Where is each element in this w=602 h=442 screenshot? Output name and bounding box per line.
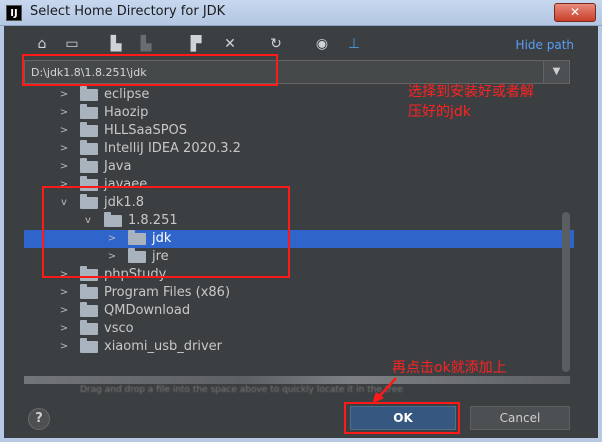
tree-item-xiaomi-usb-driver[interactable]: > xiaomi_usb_driver [24, 338, 574, 356]
tree-item-label: Java [104, 159, 132, 174]
path-history-dropdown[interactable]: ▼ [543, 61, 569, 83]
cancel-button[interactable]: Cancel [470, 406, 570, 430]
annotation-select-jdk-line1: 选择到安装好或者解 [408, 84, 534, 100]
tree-item-label: Program Files (x86) [104, 285, 231, 300]
intellij-app-icon: IJ [6, 5, 22, 21]
delete-icon[interactable]: ✕ [222, 36, 238, 52]
annotation-arrow-icon [372, 377, 397, 404]
tree-item-label: HLLSaaSPOS [104, 123, 188, 138]
expand-arrow-icon[interactable]: > [58, 142, 70, 156]
link-icon[interactable]: ⊥ [346, 36, 362, 52]
module-icon[interactable]: ▙ [138, 36, 154, 52]
tree-item-vsco[interactable]: > vsco [24, 320, 574, 338]
refresh-icon[interactable]: ↻ [268, 36, 284, 52]
desktop-icon[interactable]: ▭ [64, 36, 80, 52]
close-button[interactable]: ✕ [554, 3, 596, 22]
tree-highlight-box [42, 186, 290, 278]
ok-highlight-box [344, 402, 460, 434]
expand-arrow-icon[interactable]: > [58, 160, 70, 174]
tree-item-label: IntelliJ IDEA 2020.3.2 [104, 141, 241, 156]
folder-icon [80, 140, 98, 155]
tree-item-hllsaaspos[interactable]: > HLLSaaSPOS [24, 122, 574, 140]
folder-icon [80, 284, 98, 299]
tree-item-program-files-x86[interactable]: > Program Files (x86) [24, 284, 574, 302]
drag-drop-hint: Drag and drop a file into the space abov… [80, 385, 403, 395]
expand-arrow-icon[interactable]: > [58, 286, 70, 300]
help-button[interactable]: ? [28, 408, 50, 430]
tree-item-label: vsco [104, 321, 134, 336]
project-icon[interactable]: ▙ [108, 36, 124, 52]
show-hidden-icon[interactable]: ◉ [314, 36, 330, 52]
tree-scrollbar[interactable] [562, 212, 570, 372]
tree-item-label: eclipse [104, 87, 150, 102]
folder-icon [80, 158, 98, 173]
path-highlight-box [22, 54, 278, 86]
tree-item-intellij-idea[interactable]: > IntelliJ IDEA 2020.3.2 [24, 140, 574, 158]
tree-item-label: QMDownload [104, 303, 191, 318]
tree-item-label: xiaomi_usb_driver [104, 339, 223, 354]
folder-icon [80, 122, 98, 137]
expand-arrow-icon[interactable]: > [58, 340, 70, 354]
tree-item-haozip[interactable]: > Haozip [24, 104, 574, 122]
expand-arrow-icon[interactable]: > [58, 322, 70, 336]
new-folder-icon[interactable]: ▛ [188, 36, 204, 52]
tree-item-qmdownload[interactable]: > QMDownload [24, 302, 574, 320]
folder-icon [80, 338, 98, 353]
window-title: Select Home Directory for JDK [30, 4, 226, 19]
hide-path-link[interactable]: Hide path [516, 38, 574, 52]
expand-arrow-icon[interactable]: > [58, 106, 70, 120]
expand-arrow-icon[interactable]: > [58, 88, 70, 102]
folder-icon [80, 320, 98, 335]
annotation-click-ok: 再点击ok就添加上 [392, 360, 507, 376]
folder-icon [80, 302, 98, 317]
folder-icon [80, 86, 98, 101]
home-icon[interactable]: ⌂ [34, 36, 50, 52]
tree-item-label: Haozip [104, 105, 149, 120]
tree-item-java[interactable]: > Java [24, 158, 574, 176]
expand-arrow-icon[interactable]: > [58, 124, 70, 138]
annotation-select-jdk-line2: 压好的jdk [408, 104, 471, 120]
expand-arrow-icon[interactable]: > [58, 304, 70, 318]
folder-icon [80, 104, 98, 119]
title-bar: IJ Select Home Directory for JDK ✕ [0, 0, 602, 26]
